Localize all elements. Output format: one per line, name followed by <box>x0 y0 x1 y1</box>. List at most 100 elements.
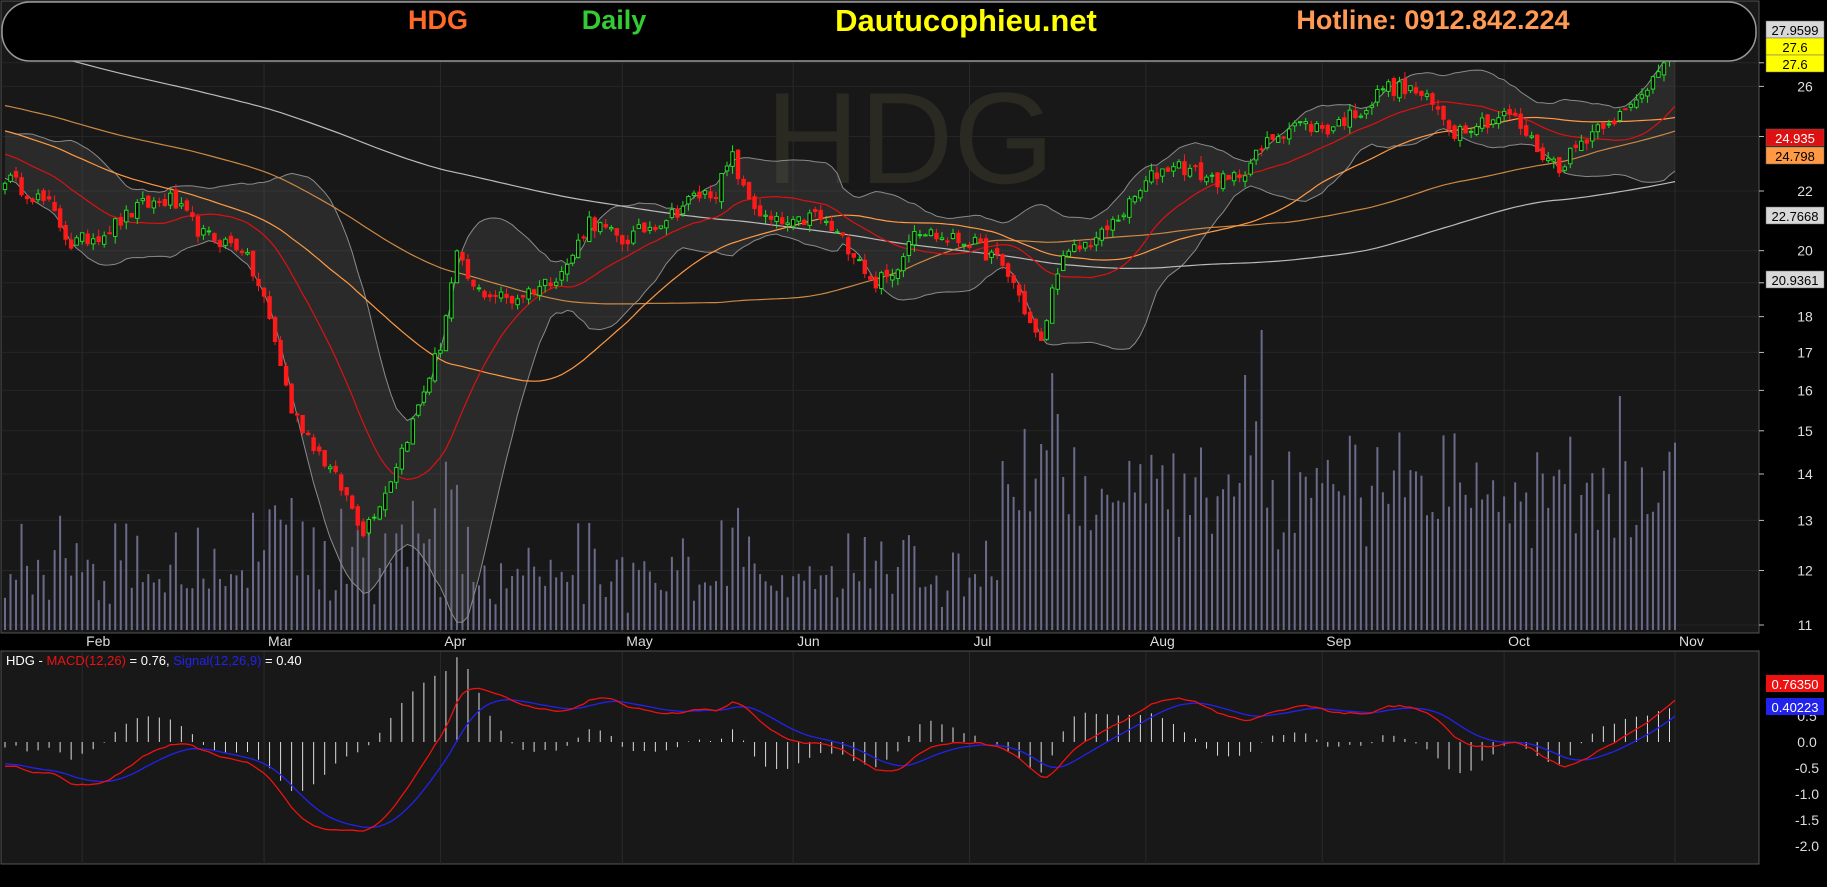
candle-body <box>234 238 239 251</box>
candle-body <box>542 278 548 287</box>
candle-body <box>1270 134 1275 140</box>
candle-body <box>1457 126 1463 141</box>
candle-body <box>305 432 311 435</box>
candle-body <box>190 212 195 217</box>
candle-body <box>774 215 779 222</box>
candle-body <box>1546 157 1551 162</box>
candle-body <box>74 237 79 246</box>
candle-body <box>338 474 344 491</box>
candle-body <box>691 192 697 196</box>
candle-body <box>620 235 625 245</box>
candle-body <box>818 209 823 220</box>
candle-body <box>906 241 912 257</box>
candle-body <box>322 449 327 467</box>
macd-legend: HDG - MACD(12,26) = 0.76, Signal(12,26,9… <box>6 653 302 668</box>
candle-body <box>636 224 642 229</box>
header-banner: HDG Daily Dautucophieu.net Hotline: 0912… <box>1 1 1757 62</box>
candle-body <box>1061 255 1066 272</box>
x-tick-label: Mar <box>268 633 292 649</box>
candle-body <box>52 201 57 212</box>
candle-body <box>901 256 906 272</box>
candle-body <box>1187 167 1193 177</box>
candle-body <box>333 465 338 473</box>
candle-body <box>890 274 895 281</box>
candle-body <box>1000 254 1005 266</box>
candle-body <box>675 208 680 218</box>
candle-body <box>564 263 570 275</box>
candle-body <box>267 296 272 319</box>
candle-body <box>895 269 901 279</box>
candle-body <box>129 212 134 218</box>
candle-body <box>928 229 934 237</box>
candle-body <box>1325 124 1330 135</box>
candle-body <box>1424 93 1430 97</box>
candle-body <box>1160 168 1165 177</box>
candle-body <box>1380 88 1386 91</box>
price-tag-label: 27.9599 <box>1772 23 1819 38</box>
candle-body <box>559 270 564 281</box>
candle-body <box>8 174 13 182</box>
candle-body <box>1529 135 1534 138</box>
candle-body <box>531 289 537 295</box>
y-tick-label: 26 <box>1797 78 1813 94</box>
candle-body <box>35 193 41 201</box>
macd-tag-label: 0.40223 <box>1772 700 1819 715</box>
candle-body <box>526 288 531 300</box>
candle-body <box>570 254 575 264</box>
candle-body <box>609 227 614 230</box>
x-tick-label: Apr <box>444 633 466 649</box>
candle-body <box>162 198 168 206</box>
candle-body <box>1645 89 1650 97</box>
candle-body <box>1606 123 1612 126</box>
candle-body <box>763 214 768 217</box>
candle-body <box>1005 263 1011 277</box>
macd-panel <box>0 650 1760 865</box>
candle-body <box>1314 123 1319 132</box>
candle-body <box>735 149 741 180</box>
candle-body <box>851 253 856 258</box>
candle-body <box>917 234 923 237</box>
x-tick-label: Aug <box>1150 633 1175 649</box>
candle-body <box>1584 139 1590 144</box>
price-tag-label: 24.798 <box>1775 149 1815 164</box>
candle-body <box>1336 119 1342 127</box>
price-tag-label: 20.9361 <box>1772 273 1819 288</box>
candle-body <box>884 269 890 277</box>
candle-body <box>1132 195 1138 203</box>
candle-body <box>1595 124 1601 133</box>
candle-body <box>316 446 322 452</box>
candle-body <box>1573 144 1579 148</box>
candle-body <box>113 218 118 237</box>
candle-body <box>1375 89 1380 103</box>
candle-body <box>327 466 333 470</box>
candle-body <box>1628 103 1634 108</box>
candle-body <box>873 276 879 289</box>
candle-body <box>983 238 989 261</box>
candle-body <box>680 205 686 215</box>
candle-body <box>1121 214 1127 218</box>
candle-body <box>1253 149 1259 161</box>
candle-body <box>350 495 355 509</box>
candle-body <box>1176 161 1182 169</box>
candle-body <box>41 190 46 201</box>
candle-body <box>471 279 476 287</box>
candle-body <box>1634 99 1639 108</box>
candle-body <box>217 240 223 248</box>
candle-body <box>1446 120 1452 130</box>
svg-text:HDG - MACD(12,26) = 0.76, Sign: HDG - MACD(12,26) = 0.76, Signal(12,26,9… <box>6 653 302 668</box>
macd-legend-symbol: HDG - <box>6 653 46 668</box>
candle-body <box>862 259 868 274</box>
candle-body <box>135 201 140 219</box>
candle-body <box>1540 147 1545 161</box>
candle-body <box>46 196 52 200</box>
candle-body <box>1452 125 1457 139</box>
candle-body <box>13 171 19 178</box>
y-tick-label: 18 <box>1797 309 1813 325</box>
candle-body <box>1198 162 1204 181</box>
candle-body <box>509 295 515 304</box>
candle-body <box>498 291 504 299</box>
candle-body <box>713 197 719 200</box>
x-tick-label: Jun <box>797 633 820 649</box>
candle-body <box>372 516 377 519</box>
price-tag-label: 24.935 <box>1775 131 1815 146</box>
